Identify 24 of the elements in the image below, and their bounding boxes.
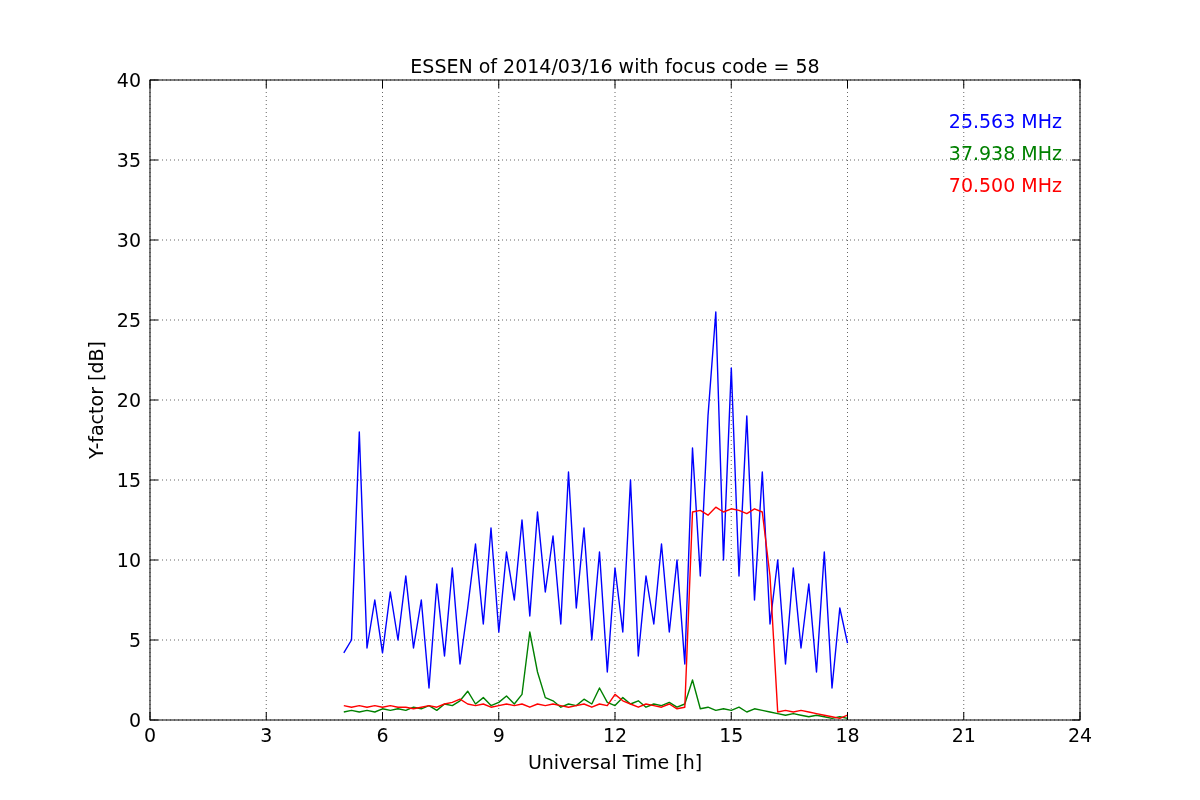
y-tick-label: 30 [116,229,141,251]
y-tick-label: 20 [116,389,141,411]
y-tick-label: 40 [116,69,141,91]
x-tick-label: 21 [951,724,976,746]
y-tick-label: 10 [116,549,141,571]
x-tick-label: 3 [260,724,273,746]
x-tick-label: 15 [719,724,744,746]
legend-label: 37.938 MHz [948,142,1062,164]
y-tick-label: 25 [116,309,141,331]
x-tick-label: 18 [835,724,860,746]
x-axis-label: Universal Time [h] [527,751,703,773]
y-axis-label: Y-factor [dB] [85,341,107,459]
chart-title: ESSEN of 2014/03/16 with focus code = 58 [410,55,820,77]
legend-label: 70.500 MHz [948,174,1062,196]
x-tick-label: 9 [492,724,505,746]
legend-label: 25.563 MHz [948,110,1062,132]
y-tick-label: 5 [128,629,141,651]
y-tick-label: 0 [128,709,141,731]
x-tick-label: 12 [602,724,628,746]
x-tick-label: 6 [376,724,389,746]
y-tick-label: 15 [116,469,141,491]
x-tick-label: 24 [1067,724,1093,746]
y-tick-label: 35 [116,149,141,171]
x-tick-label: 0 [143,724,157,746]
